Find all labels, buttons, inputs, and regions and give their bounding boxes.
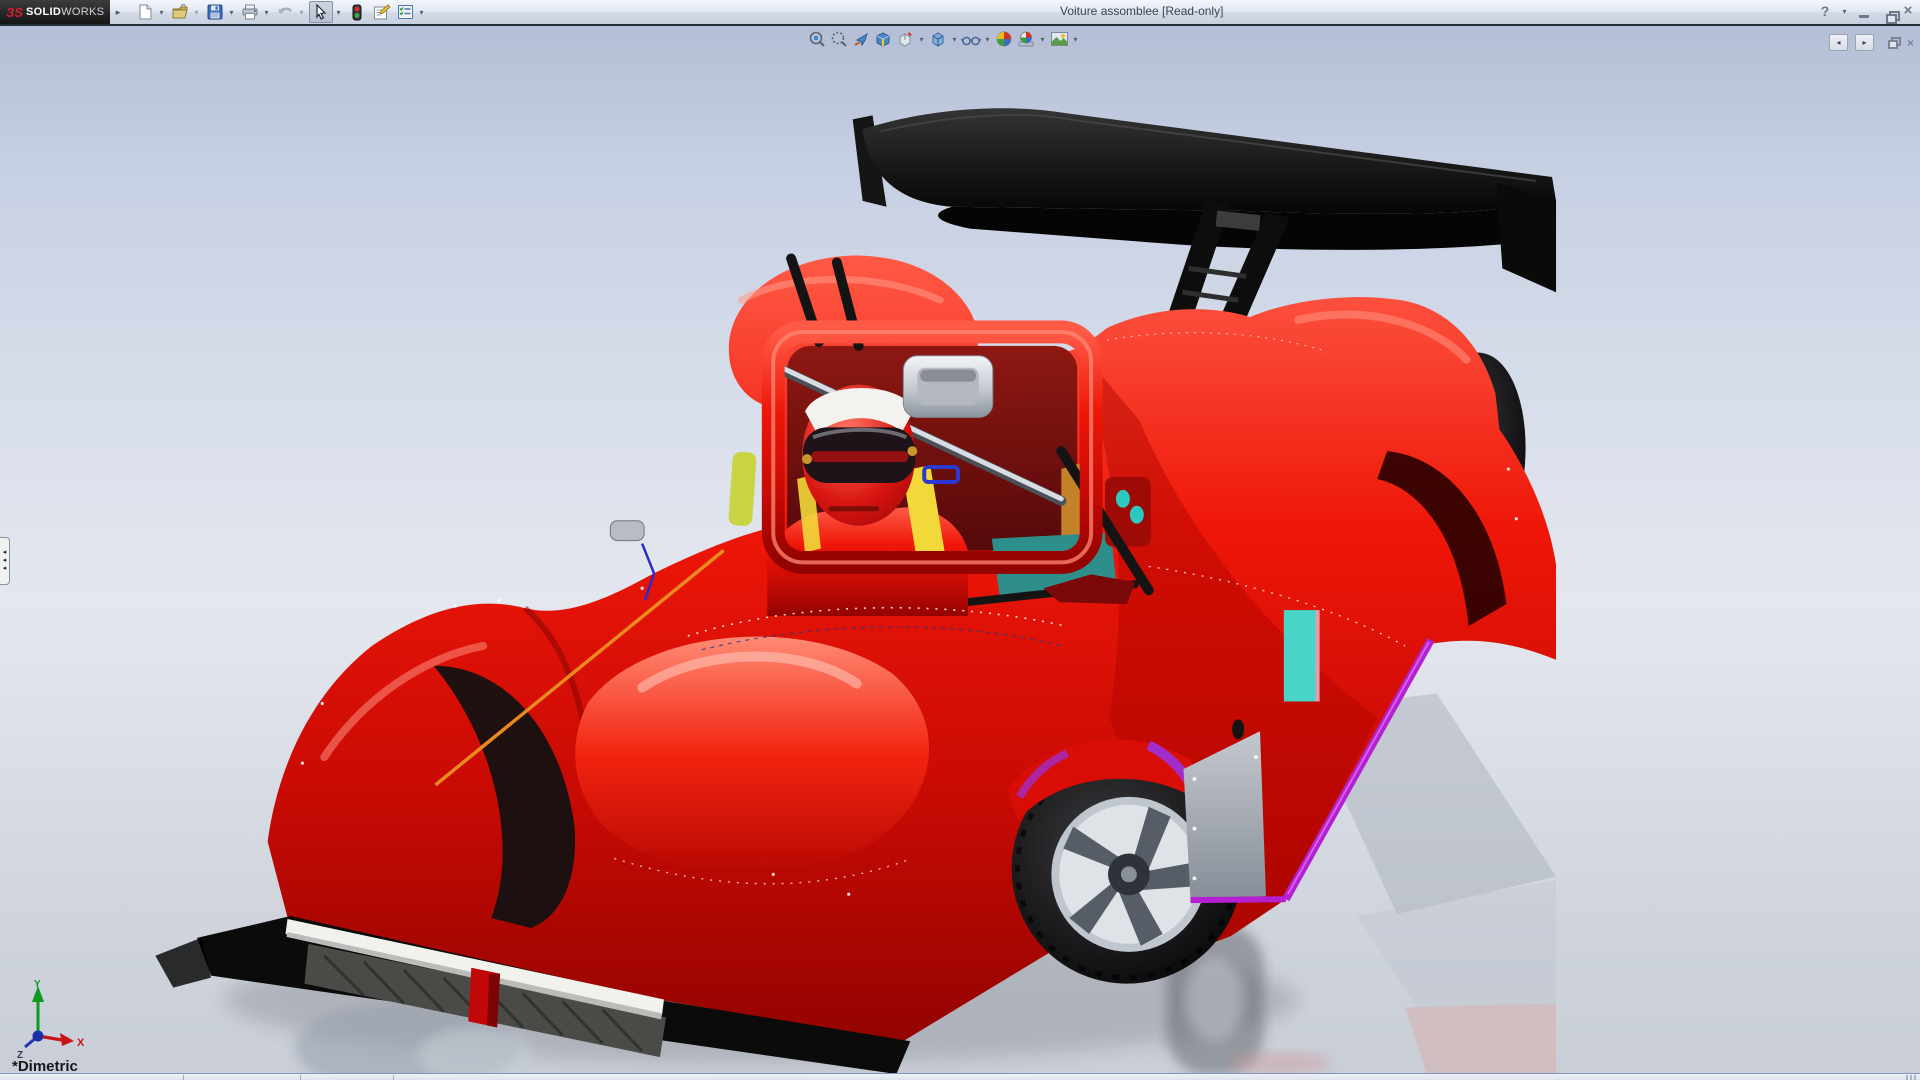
headsup-view-toolbar: ▾ ▾ ▾ ▾ ▾ xyxy=(806,29,1081,49)
view-settings-icon xyxy=(1050,30,1069,48)
reference-triad: Y X Z xyxy=(4,978,94,1062)
collapse-arrow-icon: ◂ xyxy=(3,566,7,572)
close-button[interactable]: × xyxy=(1900,2,1916,20)
display-style-icon xyxy=(929,30,947,48)
view-orientation-caret-icon[interactable]: ▾ xyxy=(916,35,927,44)
save-button[interactable] xyxy=(204,2,226,22)
save-floppy-icon xyxy=(207,4,223,20)
select-cursor-icon xyxy=(314,4,328,20)
collapse-arrow-icon: ◂ xyxy=(3,550,7,556)
feature-manager-collapsed-tab[interactable]: ◂ ◂ ◂ xyxy=(0,537,10,585)
options-button[interactable] xyxy=(394,2,416,22)
select-caret-icon[interactable]: ▾ xyxy=(333,8,344,17)
next-document-button[interactable]: ▸ xyxy=(1855,34,1874,51)
menu-expand-icon[interactable]: ▸ xyxy=(112,4,124,20)
undo-arrow-icon xyxy=(276,4,294,20)
previous-view-button[interactable] xyxy=(850,29,872,49)
titlebar: ЗS SOLID WORKS ▸ ▾ ▾ ▾ ▾ ▾ ▾ ▾ xyxy=(0,0,1920,25)
new-button[interactable] xyxy=(134,2,156,22)
new-document-icon xyxy=(137,4,153,20)
brand-light: WORKS xyxy=(61,6,104,18)
section-view-icon xyxy=(874,30,892,48)
zoom-to-fit-icon xyxy=(808,30,826,48)
eyeglasses-icon xyxy=(961,30,981,48)
rebuild-button[interactable] xyxy=(346,2,368,22)
options-caret-icon[interactable]: ▾ xyxy=(416,8,427,17)
window-controls: ? ▾ × xyxy=(1817,2,1916,20)
window-title: Voiture assomblee [Read-only] xyxy=(1060,4,1223,18)
save-caret-icon[interactable]: ▾ xyxy=(226,8,237,17)
collapse-arrow-icon: ◂ xyxy=(3,558,7,564)
apply-scene-icon xyxy=(1017,30,1035,48)
zoom-to-area-icon xyxy=(830,30,848,48)
print-button[interactable] xyxy=(239,2,261,22)
section-view-button[interactable] xyxy=(872,29,894,49)
standard-toolbar: ▾ ▾ ▾ ▾ ▾ ▾ ▾ xyxy=(132,1,427,23)
svg-text:X: X xyxy=(77,1037,85,1049)
solidworks-logo: ЗS SOLID WORKS xyxy=(0,0,110,24)
open-folder-icon xyxy=(172,4,189,20)
view-settings-button[interactable] xyxy=(1048,29,1070,49)
previous-view-icon xyxy=(852,30,870,48)
printer-icon xyxy=(242,4,259,20)
options-checklist-icon xyxy=(397,4,414,20)
file-properties-button[interactable] xyxy=(370,2,392,22)
new-caret-icon[interactable]: ▾ xyxy=(156,8,167,17)
brand-bold: SOLID xyxy=(26,6,61,18)
previous-document-button[interactable]: ◂ xyxy=(1829,34,1848,51)
display-style-caret-icon[interactable]: ▾ xyxy=(949,35,960,44)
open-caret-icon[interactable]: ▾ xyxy=(191,8,202,17)
appearance-ball-icon xyxy=(995,30,1013,48)
apply-scene-button[interactable] xyxy=(1015,29,1037,49)
help-button[interactable]: ? xyxy=(1817,2,1833,20)
car-model-render[interactable] xyxy=(0,26,1920,1075)
help-caret-icon[interactable]: ▾ xyxy=(1839,7,1850,16)
document-window-controls: ◂ ▸ × xyxy=(1829,34,1914,51)
note-pencil-icon xyxy=(373,4,390,20)
minimize-button[interactable] xyxy=(1856,4,1872,18)
undo-button[interactable] xyxy=(274,2,296,22)
apply-scene-caret-icon[interactable]: ▾ xyxy=(1037,35,1048,44)
traffic-light-icon xyxy=(351,4,363,21)
hide-show-caret-icon[interactable]: ▾ xyxy=(982,35,993,44)
undo-caret-icon[interactable]: ▾ xyxy=(296,8,307,17)
edit-appearance-button[interactable] xyxy=(993,29,1015,49)
status-bar-edge xyxy=(0,1073,1920,1080)
resize-grip[interactable] xyxy=(1906,1075,1918,1080)
zoom-to-fit-button[interactable] xyxy=(806,29,828,49)
view-orientation-icon xyxy=(896,30,914,48)
hide-show-items-button[interactable] xyxy=(960,29,982,49)
document-restore-button[interactable] xyxy=(1888,37,1900,48)
svg-text:Y: Y xyxy=(34,979,41,990)
open-button[interactable] xyxy=(169,2,191,22)
view-orientation-button[interactable] xyxy=(894,29,916,49)
display-style-button[interactable] xyxy=(927,29,949,49)
solidworks-logo-mark-icon: ЗS xyxy=(6,5,23,20)
print-caret-icon[interactable]: ▾ xyxy=(261,8,272,17)
view-settings-caret-icon[interactable]: ▾ xyxy=(1070,35,1081,44)
zoom-to-area-button[interactable] xyxy=(828,29,850,49)
select-button[interactable] xyxy=(309,1,333,23)
graphics-area[interactable]: ▾ ▾ ▾ ▾ ▾ ◂ ▸ × ◂ ◂ ◂ Y X xyxy=(0,24,1920,1073)
document-close-button[interactable]: × xyxy=(1907,36,1914,50)
